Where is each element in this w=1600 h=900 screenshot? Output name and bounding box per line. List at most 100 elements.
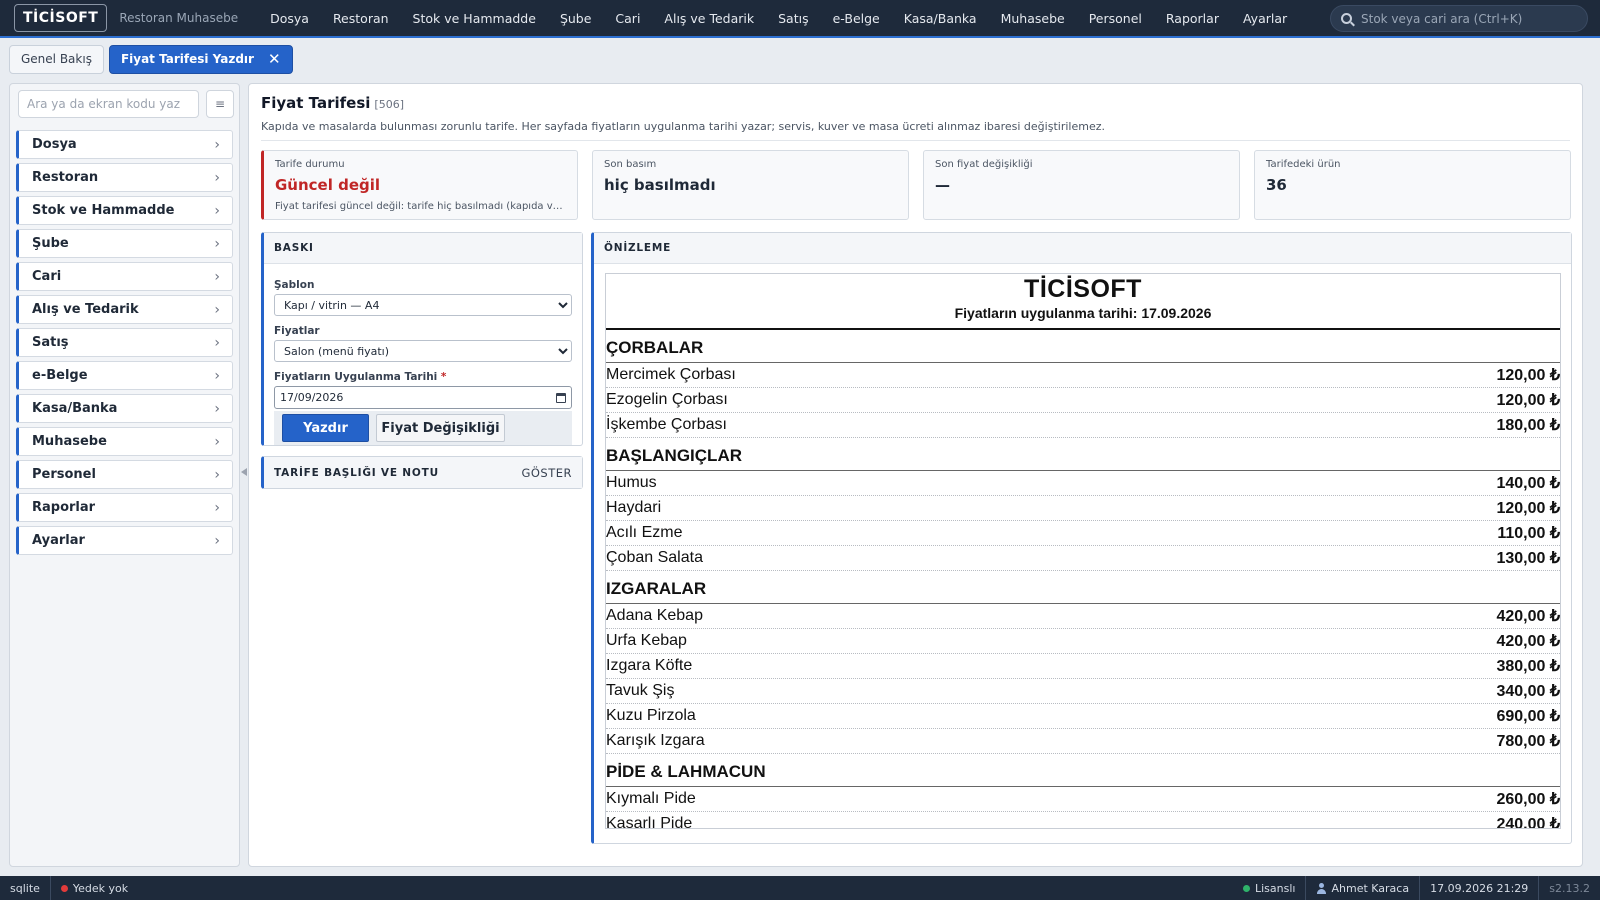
backup-status: Yedek yok (72, 881, 129, 895)
preview-item-price: 380,00 ₺ (1496, 658, 1560, 675)
topnav-stok[interactable]: Stok ve Hammadde (401, 11, 548, 26)
global-search-input[interactable] (1361, 11, 1571, 26)
tab-label: Fiyat Tarifesi Yazdır (120, 52, 254, 66)
sidebar-item-label: Raporlar (32, 500, 96, 515)
preview-item-price: 110,00 ₺ (1497, 525, 1560, 542)
date-label: Fiyatların Uygulanma Tarihi * (274, 371, 447, 383)
panel-title: BASKI (274, 242, 314, 254)
tab-fiyat-tarifesi[interactable]: Fiyat Tarifesi Yazdır ✕ (108, 44, 293, 74)
topnav-sube[interactable]: Şube (548, 11, 603, 26)
chevron-right-icon: › (214, 202, 220, 219)
sidebar-item-restoran[interactable]: Restoran › (16, 163, 233, 192)
sidebar-item-ayarlar[interactable]: Ayarlar › (16, 526, 233, 555)
license-status: Lisanslı (1255, 881, 1296, 895)
version: s2.13.2 (1549, 881, 1590, 895)
topnav-cari[interactable]: Cari (603, 11, 652, 26)
prices-select[interactable]: Salon (menü fiyatı) (274, 340, 572, 362)
divider (49, 876, 51, 900)
stat-sub: Fiyat tarifesi güncel değil: tarife hiç … (275, 201, 566, 212)
chevron-right-icon: › (214, 433, 220, 450)
preview-item-price: 260,00 ₺ (1496, 791, 1560, 808)
sidebar-item-label: Dosya (32, 137, 77, 152)
print-button[interactable]: Yazdır (282, 414, 369, 442)
stat-label: Tarife durumu (275, 159, 345, 170)
main-content: Fiyat Tarifesi [506] Kapıda ve masalarda … (248, 83, 1583, 867)
preview-list: ÇORBALAR Mercimek Çorbası 120,00 ₺ Ezogelin… (606, 330, 1560, 829)
sidebar-item-label: e-Belge (32, 368, 88, 383)
preview-item-row: Ezogelin Çorbası 120,00 ₺ (606, 388, 1560, 413)
date-input[interactable]: 17/09/2026 (274, 386, 572, 409)
required-marker: * (440, 371, 447, 383)
preview-item-row: Izgara Köfte 380,00 ₺ (606, 654, 1560, 679)
topnav-dosya[interactable]: Dosya (258, 11, 321, 26)
preview-item-row: Kıymalı Pide 260,00 ₺ (606, 787, 1560, 812)
tariff-preview[interactable]: TİCİSOFT Fiyatların uygulanma tarihi: 17… (605, 273, 1561, 829)
app-subtitle: Restoran Muhasebe (119, 11, 239, 25)
sidebar-item-raporlar[interactable]: Raporlar › (16, 493, 233, 522)
app-logo[interactable]: TİCİSOFT (14, 4, 108, 32)
chevron-right-icon: › (214, 499, 220, 516)
preview-item-price: 140,00 ₺ (1496, 475, 1560, 492)
preview-item-name: Adana Kebap (606, 607, 703, 624)
stat-label: Son fiyat değişikliği (935, 159, 1033, 170)
divider (261, 140, 1570, 141)
sidebar-item-satis[interactable]: Satış › (16, 328, 233, 357)
tab-bar: Genel Bakış Fiyat Tarifesi Yazdır ✕ (0, 40, 1600, 78)
calendar-icon[interactable] (556, 392, 566, 403)
template-select[interactable]: Kapı / vitrin — A4 (274, 294, 572, 316)
sidebar-search-input[interactable] (18, 90, 199, 118)
current-user[interactable]: Ahmet Karaca (1331, 882, 1409, 895)
sidebar-item-label: Alış ve Tedarik (32, 302, 139, 317)
preview-item-name: Çoban Salata (606, 549, 703, 566)
template-label: Şablon (274, 279, 315, 291)
search-icon (1341, 13, 1352, 24)
panel-title: ÖNİZLEME (604, 242, 672, 254)
preview-brand: TİCİSOFT (1024, 275, 1142, 303)
topnav-ebelge[interactable]: e-Belge (821, 11, 892, 26)
topnav-alis[interactable]: Alış ve Tedarik (652, 11, 766, 26)
tab-genel-bakis[interactable]: Genel Bakış (9, 44, 104, 74)
panel-header: ÖNİZLEME (594, 233, 1571, 264)
sidebar-item-alis[interactable]: Alış ve Tedarik › (16, 295, 233, 324)
topnav-raporlar[interactable]: Raporlar (1154, 11, 1231, 26)
preview-item-row: İşkembe Çorbası 180,00 ₺ (606, 413, 1560, 438)
preview-item-name: İşkembe Çorbası (606, 416, 727, 433)
stat-value: hiç basılmadı (604, 176, 716, 194)
sidebar-collapse-icon[interactable] (241, 468, 247, 476)
preview-item-name: Acılı Ezme (606, 524, 683, 541)
status-left: sqlite Yedek yok (10, 876, 128, 900)
topnav-kasa[interactable]: Kasa/Banka (892, 11, 989, 26)
sidebar-item-sube[interactable]: Şube › (16, 229, 233, 258)
topnav-muhasebe[interactable]: Muhasebe (989, 11, 1077, 26)
sidebar-item-muhasebe[interactable]: Muhasebe › (16, 427, 233, 456)
sidebar-item-stok[interactable]: Stok ve Hammadde › (16, 196, 233, 225)
panel-header[interactable]: TARİFE BAŞLIĞI VE NOTU GÖSTER (264, 457, 582, 488)
sidebar-item-dosya[interactable]: Dosya › (16, 130, 233, 159)
tab-label: Genel Bakış (21, 52, 92, 66)
stat-value: — (935, 176, 950, 194)
topnav-restoran[interactable]: Restoran (321, 11, 401, 26)
button-row: Yazdır Fiyat Değişikliği (274, 411, 572, 445)
topnav-satis[interactable]: Satış (766, 11, 820, 26)
sidebar-item-label: Ayarlar (32, 533, 85, 548)
chevron-right-icon: › (214, 136, 220, 153)
preview-item-name: Mercimek Çorbası (606, 366, 736, 383)
stat-value: 36 (1266, 176, 1287, 194)
preview-item-price: 240,00 ₺ (1496, 816, 1560, 829)
preview-item-name: Ezogelin Çorbası (606, 391, 728, 408)
sidebar-item-label: Kasa/Banka (32, 401, 118, 416)
sidebar-item-personel[interactable]: Personel › (16, 460, 233, 489)
show-toggle[interactable]: GÖSTER (521, 466, 572, 480)
preview-item-name: Tavuk Şiş (606, 682, 675, 699)
sidebar-item-kasa[interactable]: Kasa/Banka › (16, 394, 233, 423)
close-icon[interactable]: ✕ (268, 51, 281, 67)
preview-item-row: Tavuk Şiş 340,00 ₺ (606, 679, 1560, 704)
menu-icon[interactable]: ≡ (206, 90, 234, 118)
topnav-personel[interactable]: Personel (1077, 11, 1154, 26)
price-change-button[interactable]: Fiyat Değişikliği (376, 414, 505, 442)
preview-category: PİDE & LAHMACUN (606, 754, 1560, 787)
sidebar-item-cari[interactable]: Cari › (16, 262, 233, 291)
chevron-right-icon: › (214, 169, 220, 186)
topnav-ayarlar[interactable]: Ayarlar (1231, 11, 1299, 26)
sidebar-item-ebelge[interactable]: e-Belge › (16, 361, 233, 390)
